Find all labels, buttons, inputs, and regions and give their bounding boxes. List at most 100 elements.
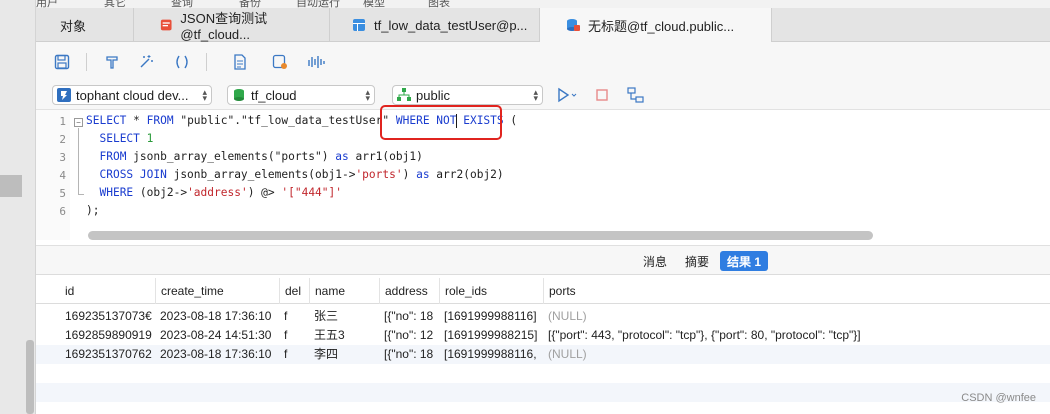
cell-id: 16928598909⁠1⁠9 xyxy=(65,328,152,342)
menu-item-user[interactable]: 用户 xyxy=(36,0,58,8)
document-button[interactable] xyxy=(230,52,250,72)
column-header-ports[interactable]: ports xyxy=(543,278,1043,304)
run-button[interactable] xyxy=(554,85,580,105)
line-number: 6 xyxy=(59,205,66,218)
format-button[interactable] xyxy=(102,52,122,72)
cell-address: [{"no": 12 xyxy=(384,328,434,342)
beautify-button[interactable] xyxy=(136,52,156,72)
schema-select[interactable]: public ▴ ▾ xyxy=(392,85,543,105)
line-number: 2 xyxy=(59,133,66,146)
connection-select[interactable]: tophant cloud dev... ▴ ▾ xyxy=(52,85,212,105)
tab-json-query[interactable]: JSON查询测试@tf_cloud... xyxy=(134,8,330,42)
save-button[interactable] xyxy=(52,52,72,72)
cell-role-ids: [1691999988116] xyxy=(444,309,537,323)
column-header-name[interactable]: name xyxy=(309,278,379,304)
explain-plan-button[interactable] xyxy=(626,85,646,105)
connection-selector-row: tophant cloud dev... ▴ ▾ tf_cloud ▴ ▾ publ… xyxy=(36,82,1050,110)
tab-label: 无标题@tf_cloud.public... xyxy=(588,18,735,34)
column-header-role-ids[interactable]: role_ids xyxy=(439,278,543,304)
empty-row xyxy=(36,383,1050,402)
table-row[interactable]: 169235137076⁠2 2023-08-18 17:36:10 f 李四 … xyxy=(36,345,1050,364)
code-token: arr2(obj2) xyxy=(429,168,504,181)
run-icon xyxy=(558,87,577,103)
cell-address: [{"no": 18 xyxy=(384,309,434,323)
code-token: arr1(obj1) xyxy=(348,150,423,163)
tab-label: 对象 xyxy=(60,18,87,34)
cell-create-time: 2023-08-18 17:36:10 xyxy=(160,309,272,323)
parentheses-button[interactable] xyxy=(172,52,192,72)
tab-untitled-query[interactable]: 无标题@tf_cloud.public... xyxy=(540,8,772,42)
cell-role-ids: [1691999988116, xyxy=(444,347,537,361)
stop-button[interactable] xyxy=(592,85,612,105)
menu-item-other[interactable]: 其它 xyxy=(104,0,126,8)
code-token: as xyxy=(416,168,430,181)
schema-icon xyxy=(397,88,411,101)
document-icon xyxy=(234,54,246,70)
code-line: FROM jsonb_array_elements("ports") as ar… xyxy=(86,150,423,163)
tab-objects[interactable]: 对象 xyxy=(36,8,134,42)
tab-label: JSON查询测试@tf_cloud... xyxy=(180,11,268,42)
table-row[interactable]: 169235137073€ 2023-08-18 17:36:10 f 张三 [… xyxy=(36,307,1050,326)
stop-icon xyxy=(596,89,608,101)
column-header-address[interactable]: address xyxy=(379,278,439,304)
save-icon xyxy=(54,54,70,70)
column-header-del[interactable]: del xyxy=(279,278,309,304)
tab-result-1[interactable]: 结果 1 xyxy=(720,251,769,271)
column-header-create-time[interactable]: create_time xyxy=(155,278,279,304)
fold-toggle-icon[interactable]: − xyxy=(74,118,83,127)
cell-id: 169235137073€ xyxy=(65,309,152,323)
editor-horizontal-scrollbar[interactable] xyxy=(88,231,873,240)
top-menu-bar: 用户 其它 查询 备份 自动运行 模型 图表 xyxy=(36,0,1050,8)
cell-id: 169235137076⁠2 xyxy=(65,347,152,361)
tab-summary[interactable]: 摘要 xyxy=(678,251,716,271)
chevron-updown-icon: ▴ ▾ xyxy=(202,87,207,103)
code-line: CROSS JOIN jsonb_array_elements(obj1->'p… xyxy=(86,168,504,181)
table-blue-icon xyxy=(353,19,365,31)
sidebar-selected-block xyxy=(0,175,22,197)
sql-editor[interactable]: 1 2 3 4 5 6 − SELECT * FROM "public"."tf… xyxy=(36,105,1050,245)
column-header-id[interactable]: id xyxy=(60,278,155,304)
code-token: (obj2-> xyxy=(133,186,188,199)
cell-create-time: 2023-08-18 17:36:10 xyxy=(160,347,272,361)
sidebar-scrollbar[interactable] xyxy=(26,340,34,414)
cell-name: 张三 xyxy=(314,309,339,323)
query-red-icon xyxy=(160,19,172,31)
code-token: as xyxy=(335,150,349,163)
database-select[interactable]: tf_cloud ▴ ▾ xyxy=(227,85,375,105)
fold-guide xyxy=(78,128,79,194)
code-snippet-icon xyxy=(272,54,287,69)
code-token: FROM xyxy=(99,150,127,163)
cell-ports: [{"port": 443, "protocol": "tcp"}, {"por… xyxy=(548,328,861,342)
menu-item-automation[interactable]: 自动运行 xyxy=(296,0,340,8)
tab-bar: 对象 JSON查询测试@tf_cloud... tf_low_data_test… xyxy=(36,8,1050,42)
cell-role-ids: [1691999988215] xyxy=(444,328,538,342)
menu-item-backup[interactable]: 备份 xyxy=(239,0,261,8)
tab-messages[interactable]: 消息 xyxy=(636,251,674,271)
watermark: CSDN @wnfee xyxy=(961,392,1036,404)
code-token: * xyxy=(126,114,147,127)
left-sidebar-strip xyxy=(0,0,36,414)
magic-wand-icon xyxy=(140,55,153,68)
menu-item-query[interactable]: 查询 xyxy=(171,0,193,8)
query-db-icon xyxy=(567,19,580,31)
fold-guide xyxy=(78,194,84,195)
table-row[interactable]: 16928598909⁠1⁠9 2023-08-24 14:51:30 f 王五… xyxy=(36,326,1050,345)
line-number: 5 xyxy=(59,187,66,200)
line-number: 1 xyxy=(59,115,66,128)
code-token: SELECT xyxy=(99,132,140,145)
tab-low-data-test-user[interactable]: tf_low_data_testUser@p... xyxy=(330,8,540,42)
code-token: ( xyxy=(503,114,518,127)
code-snippet-button[interactable] xyxy=(270,52,290,72)
chevron-updown-icon: ▴ ▾ xyxy=(533,87,538,103)
code-token: 'ports' xyxy=(355,168,403,181)
cell-del: f xyxy=(284,309,288,323)
code-line: SELECT 1 xyxy=(86,132,153,145)
menu-item-model[interactable]: 模型 xyxy=(363,0,385,8)
explain-button[interactable] xyxy=(306,52,326,72)
code-line: WHERE (obj2->'address') @> '["444"]' xyxy=(86,186,342,199)
menu-item-chart[interactable]: 图表 xyxy=(428,0,450,8)
